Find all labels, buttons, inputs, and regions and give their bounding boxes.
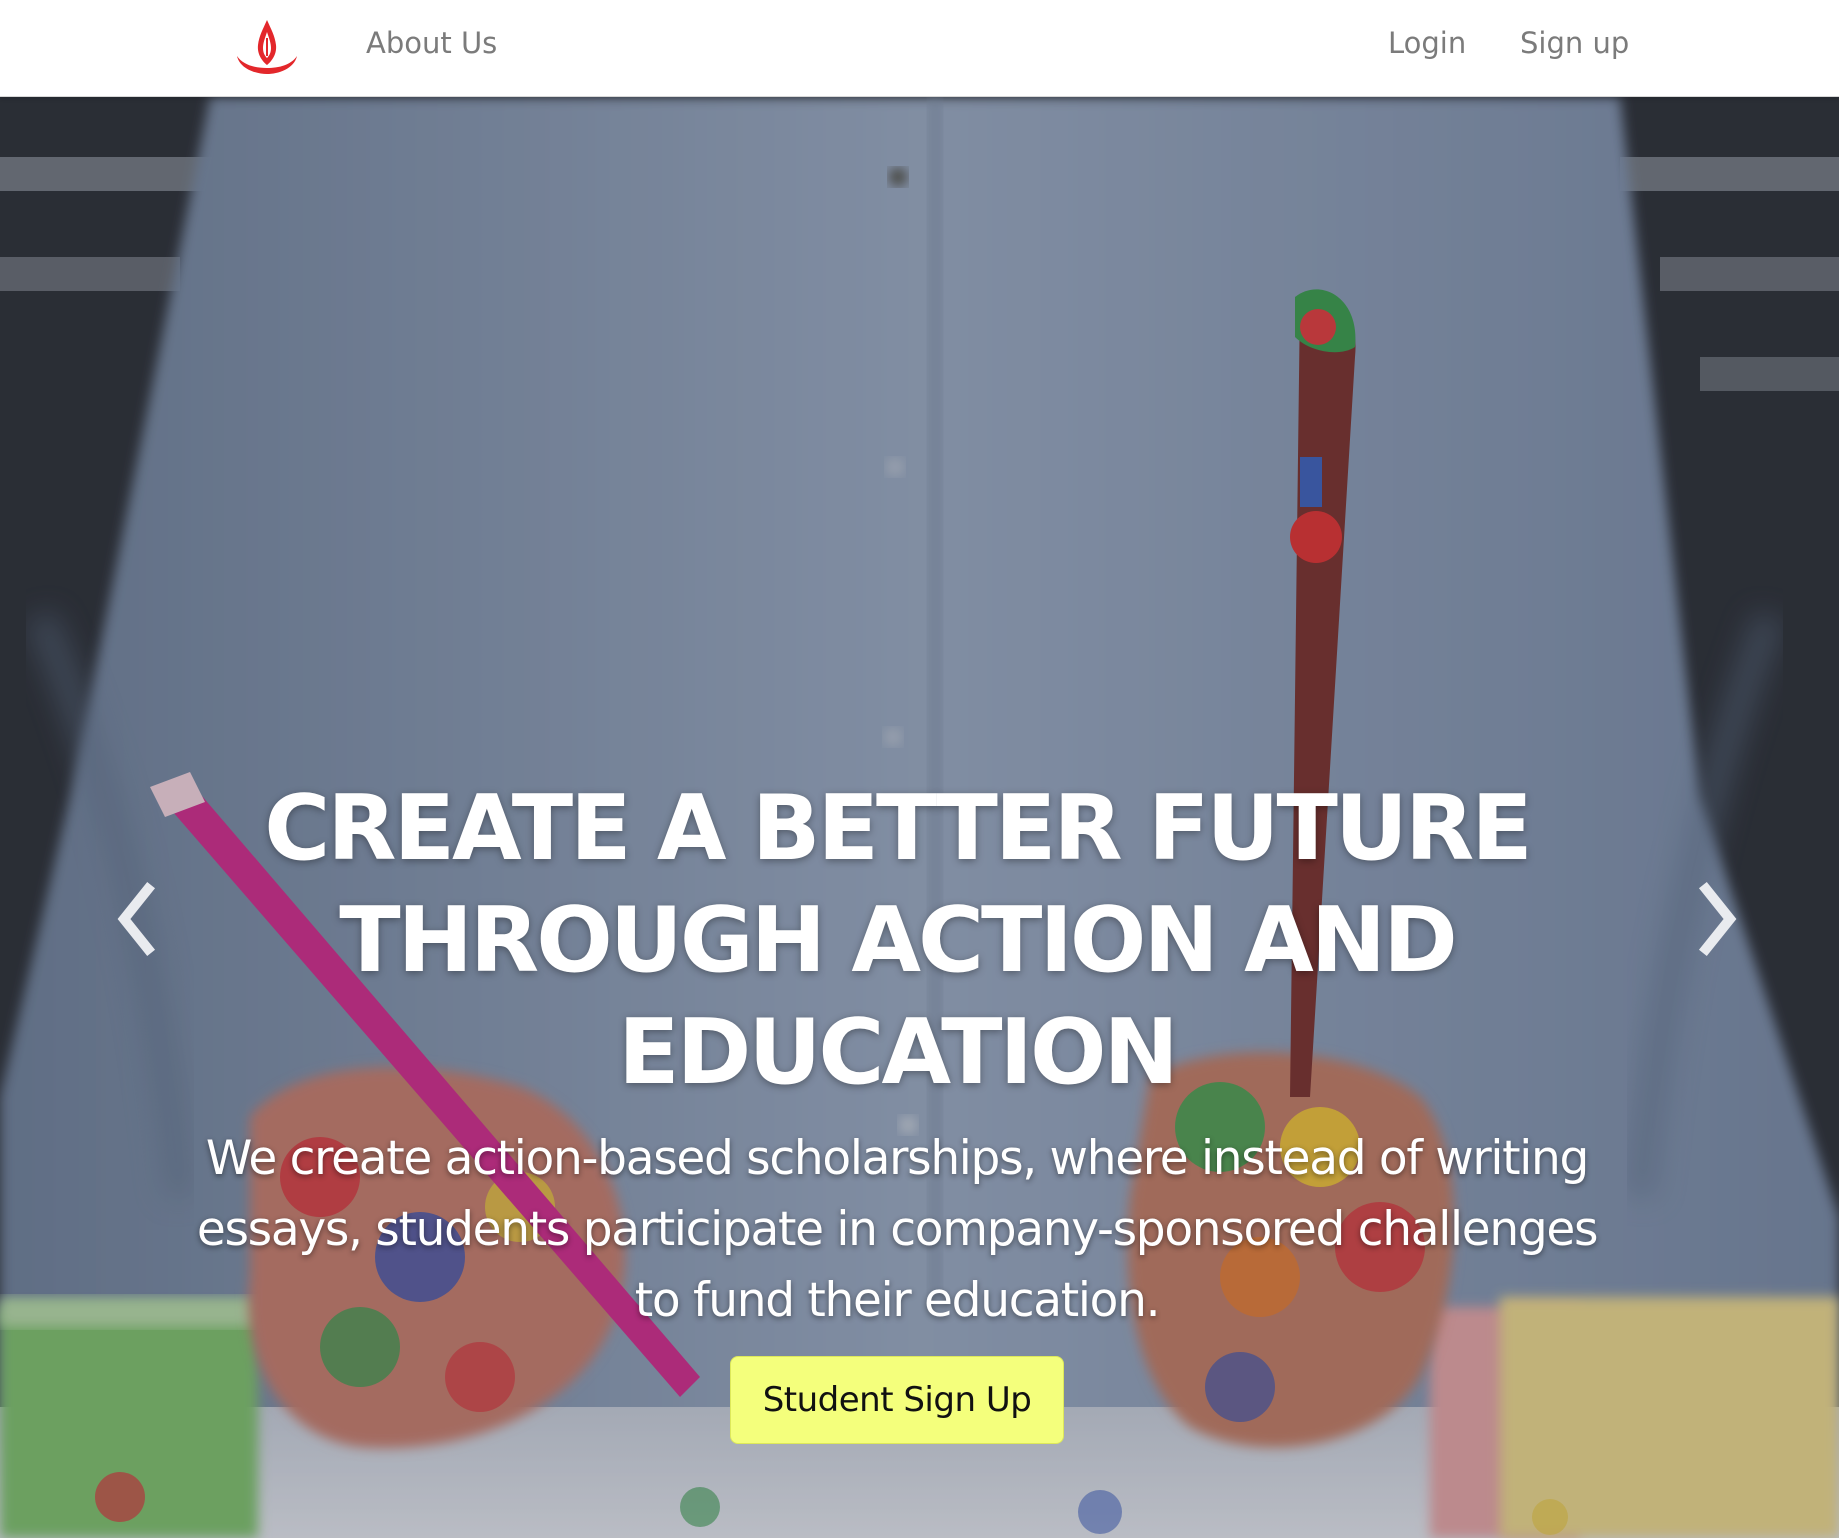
hero-content: CREATE A BETTER FUTURE THROUGH ACTION AN… — [160, 773, 1634, 1444]
student-sign-up-button[interactable]: Student Sign Up — [730, 1356, 1064, 1444]
nav-login-link[interactable]: Login — [1388, 26, 1466, 60]
top-navbar: About Us Login Sign up — [0, 0, 1839, 97]
nav-sign-up-link[interactable]: Sign up — [1520, 26, 1629, 60]
hero-subtitle: We create action-based scholarships, whe… — [196, 1131, 1599, 1328]
chevron-left-icon[interactable] — [108, 879, 168, 959]
nav-about-us-link[interactable]: About Us — [366, 26, 497, 60]
flame-pen-logo-icon[interactable] — [232, 18, 302, 76]
hero-carousel: CREATE A BETTER FUTURE THROUGH ACTION AN… — [0, 97, 1839, 1538]
chevron-right-icon[interactable] — [1686, 879, 1746, 959]
hero-title: CREATE A BETTER FUTURE THROUGH ACTION AN… — [264, 776, 1533, 1105]
